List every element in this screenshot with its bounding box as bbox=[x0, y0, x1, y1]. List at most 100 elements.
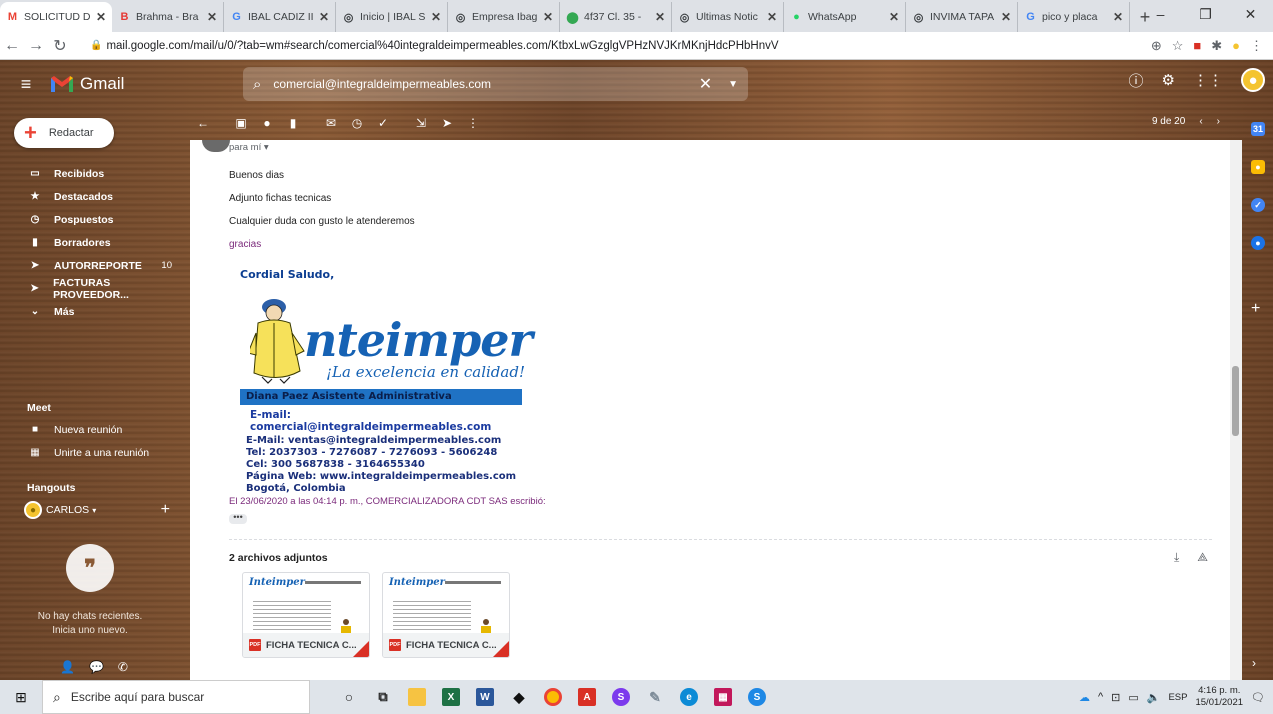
sidebar-item-facturas[interactable]: ➤ FACTURAS PROVEEDOR... bbox=[0, 277, 180, 301]
next-icon[interactable]: › bbox=[1217, 116, 1220, 127]
back-icon[interactable]: ← bbox=[0, 37, 24, 55]
close-tab-icon[interactable]: ✕ bbox=[319, 10, 329, 24]
add-to-tasks-icon[interactable]: ✓ bbox=[370, 116, 396, 130]
photos-icon[interactable]: ▦ bbox=[706, 680, 740, 714]
more-options-icon[interactable]: ⋮ bbox=[460, 116, 486, 130]
taskbar-clock[interactable]: 4:16 p. m. 15/01/2021 bbox=[1195, 685, 1243, 709]
delete-icon[interactable]: ▮ bbox=[280, 116, 306, 130]
browser-menu-icon[interactable]: ⋮ bbox=[1250, 38, 1263, 54]
cortana-icon[interactable]: ○ bbox=[332, 680, 366, 714]
search-bar[interactable]: ⌕ comercial@integraldeimpermeables.com ✕… bbox=[243, 67, 748, 101]
sidebar-item-snoozed[interactable]: ◷ Pospuestos bbox=[0, 208, 180, 231]
pdf-extension-icon[interactable]: ■ bbox=[1193, 38, 1201, 53]
network-icon[interactable]: ⊡ bbox=[1111, 691, 1120, 704]
minimize-icon[interactable]: – bbox=[1138, 0, 1183, 30]
new-chat-plus-icon[interactable]: + bbox=[161, 501, 170, 519]
expand-panel-icon[interactable]: › bbox=[1252, 656, 1256, 670]
report-spam-icon[interactable]: ● bbox=[254, 116, 280, 130]
browser-tab[interactable]: ◎ Empresa Ibag ✕ bbox=[448, 2, 560, 32]
mark-unread-icon[interactable]: ✉ bbox=[318, 116, 344, 130]
bookmark-star-icon[interactable]: ☆ bbox=[1172, 38, 1184, 54]
close-tab-icon[interactable]: ✕ bbox=[655, 10, 665, 24]
close-tab-icon[interactable]: ✕ bbox=[1001, 10, 1011, 24]
sidebar-item-starred[interactable]: ★ Destacados bbox=[0, 185, 180, 208]
zoom-icon[interactable]: ⊕ bbox=[1151, 38, 1162, 54]
extensions-puzzle-icon[interactable]: ✱ bbox=[1211, 38, 1222, 54]
excel-icon[interactable]: X bbox=[434, 680, 468, 714]
close-tab-icon[interactable]: ✕ bbox=[96, 10, 106, 24]
recipient-line[interactable]: para mí ▾ bbox=[229, 142, 269, 153]
profile-avatar-icon[interactable]: ● bbox=[1232, 38, 1240, 53]
language-indicator[interactable]: ESP bbox=[1168, 692, 1187, 703]
phone-icon[interactable]: ✆ bbox=[118, 660, 128, 674]
scrollbar-thumb[interactable] bbox=[1232, 366, 1239, 436]
contacts-icon[interactable]: 👤 bbox=[60, 660, 75, 674]
tasks-icon[interactable]: ✓ bbox=[1251, 198, 1265, 212]
volume-icon[interactable]: 🔈 bbox=[1147, 691, 1161, 704]
lock-icon[interactable]: 🔒 bbox=[90, 40, 102, 51]
conversations-icon[interactable]: 💬 bbox=[89, 660, 104, 674]
notifications-icon[interactable]: 🗨 bbox=[1251, 691, 1265, 704]
browser-tab[interactable]: ◎ Ultimas Notic ✕ bbox=[672, 2, 784, 32]
save-to-drive-icon[interactable]: ⟁ bbox=[1197, 550, 1208, 565]
display-icon[interactable]: ▭ bbox=[1128, 691, 1138, 704]
browser-tab[interactable]: G IBAL CADIZ II ✕ bbox=[224, 2, 336, 32]
browser-tab[interactable]: ● WhatsApp ✕ bbox=[784, 2, 906, 32]
signature-email-ventas[interactable]: E-Mail: ventas@integraldeimpermeables.co… bbox=[240, 435, 530, 447]
chevron-down-icon[interactable]: ▾ bbox=[92, 506, 96, 515]
browser-tab[interactable]: ◎ Inicio | IBAL S ✕ bbox=[336, 2, 448, 32]
chevron-up-icon[interactable]: ^ bbox=[1098, 691, 1103, 703]
labels-icon[interactable]: ➤ bbox=[434, 116, 460, 130]
browser-tab[interactable]: M SOLICITUD D ✕ bbox=[0, 2, 112, 32]
signature-website[interactable]: Página Web: www.integraldeimpermeables.c… bbox=[240, 471, 530, 483]
paint-icon[interactable]: ✎ bbox=[638, 680, 672, 714]
browser-tab[interactable]: B Brahma - Bra ✕ bbox=[112, 2, 224, 32]
skype-business-icon[interactable]: S bbox=[740, 680, 774, 714]
close-tab-icon[interactable]: ✕ bbox=[767, 10, 777, 24]
keep-icon[interactable]: ● bbox=[1251, 160, 1265, 174]
edge-icon[interactable]: e bbox=[672, 680, 706, 714]
close-tab-icon[interactable]: ✕ bbox=[1113, 10, 1123, 24]
snooze-icon[interactable]: ◷ bbox=[344, 116, 370, 130]
back-arrow-icon[interactable]: ← bbox=[190, 116, 216, 130]
sidebar-item-inbox[interactable]: ▭ Recibidos bbox=[0, 162, 180, 185]
acrobat-icon[interactable]: A bbox=[570, 680, 604, 714]
settings-gear-icon[interactable]: ⚙ bbox=[1162, 71, 1175, 89]
close-window-icon[interactable]: ✕ bbox=[1228, 0, 1273, 30]
weather-icon[interactable]: ☁ bbox=[1079, 691, 1090, 704]
browser-tab[interactable]: ◎ INVIMA TAPA ✕ bbox=[906, 2, 1018, 32]
previous-icon[interactable]: ‹ bbox=[1199, 116, 1202, 127]
security-shield-icon[interactable]: ◆ bbox=[502, 680, 536, 714]
search-options-icon[interactable]: ▼ bbox=[728, 79, 738, 90]
move-to-icon[interactable]: ⇲ bbox=[408, 116, 434, 130]
sidebar-item-more[interactable]: ⌄ Más bbox=[0, 300, 180, 323]
search-input[interactable]: comercial@integraldeimpermeables.com bbox=[273, 77, 698, 91]
chrome-icon[interactable] bbox=[536, 680, 570, 714]
hangouts-user[interactable]: ● CARLOS ▾ + bbox=[0, 498, 180, 522]
url-field[interactable]: mail.google.com/mail/u/0/?tab=wm#search/… bbox=[106, 40, 1150, 52]
clear-search-icon[interactable]: ✕ bbox=[699, 74, 712, 94]
taskbar-search[interactable]: ⌕ Escribe aquí para buscar bbox=[42, 680, 310, 714]
gmail-logo[interactable]: Gmail bbox=[50, 74, 198, 94]
windows-start-icon[interactable]: ⊞ bbox=[0, 689, 42, 706]
close-tab-icon[interactable]: ✕ bbox=[207, 10, 217, 24]
skype-icon[interactable]: S bbox=[604, 680, 638, 714]
join-meeting-link[interactable]: ▦ Unirte a una reunión bbox=[0, 441, 180, 464]
close-tab-icon[interactable]: ✕ bbox=[431, 10, 441, 24]
task-view-icon[interactable]: ⧉ bbox=[366, 680, 400, 714]
calendar-icon[interactable]: 31 bbox=[1251, 122, 1265, 136]
hamburger-menu-icon[interactable]: ≡ bbox=[2, 74, 50, 95]
help-icon[interactable]: ⓘ bbox=[1129, 70, 1144, 91]
browser-tab[interactable]: G pico y placa ✕ bbox=[1018, 2, 1130, 32]
file-explorer-icon[interactable] bbox=[400, 680, 434, 714]
sidebar-item-drafts[interactable]: ▮ Borradores bbox=[0, 231, 180, 254]
word-icon[interactable]: W bbox=[468, 680, 502, 714]
close-tab-icon[interactable]: ✕ bbox=[889, 10, 899, 24]
archive-icon[interactable]: ▣ bbox=[228, 116, 254, 130]
search-icon[interactable]: ⌕ bbox=[253, 76, 261, 93]
new-meeting-link[interactable]: ■ Nueva reunión bbox=[0, 418, 180, 441]
contacts-icon[interactable]: ● bbox=[1251, 236, 1265, 250]
attachment-card[interactable]: Inteimper PDF FICHA TECNICA C... bbox=[242, 572, 370, 658]
compose-button[interactable]: + Redactar bbox=[14, 118, 114, 148]
restore-icon[interactable]: ❐ bbox=[1183, 0, 1228, 30]
